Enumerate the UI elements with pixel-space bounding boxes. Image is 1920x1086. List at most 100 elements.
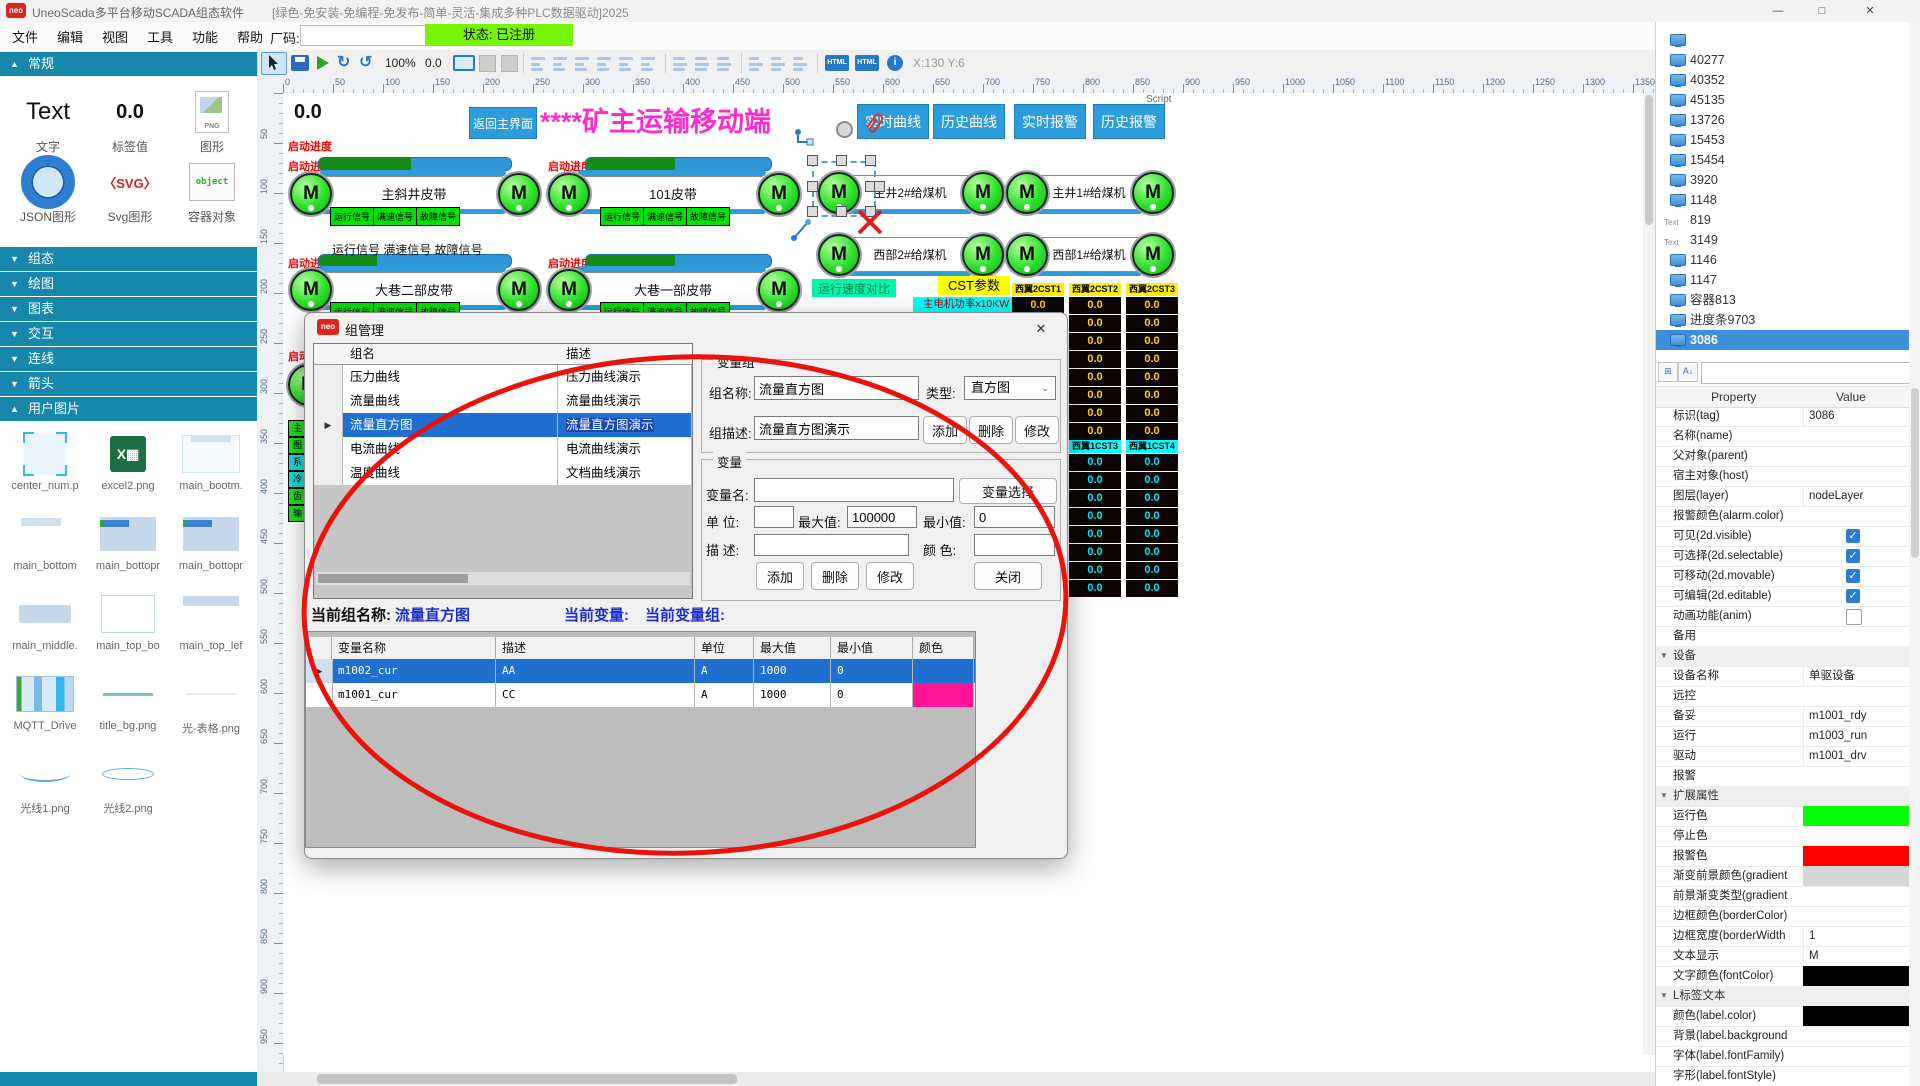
tree-item-1146[interactable]: 1146 <box>1656 250 1909 270</box>
sidebar-panel-组态[interactable]: ▼组态 <box>0 247 257 272</box>
feeder-西部2#给煤机[interactable]: 西部2#给煤机 <box>850 237 970 272</box>
menu-item-0[interactable]: 文件 <box>12 27 38 46</box>
dialog-close-icon[interactable]: ✕ <box>1027 318 1055 340</box>
var-delete-button[interactable]: 删除 <box>811 562 859 590</box>
motor-icon[interactable]: M <box>962 234 1004 276</box>
tree-item-1147[interactable]: 1147 <box>1656 270 1909 290</box>
var-modify-button[interactable]: 修改 <box>866 562 914 590</box>
user-image-center_num.p[interactable]: center_num.p <box>6 430 84 492</box>
group-icon-0[interactable] <box>479 55 496 72</box>
sidebar-item-标签值[interactable]: 0.0标签值 <box>90 90 170 155</box>
user-image-excel2.png[interactable]: X▦excel2.png <box>89 430 167 492</box>
sidebar-item-容器对象[interactable]: object容器对象 <box>172 160 252 225</box>
selection-handle[interactable] <box>865 155 876 166</box>
html-export-icon[interactable]: HTML <box>825 55 849 71</box>
checkbox-icon[interactable]: ✓ <box>1846 569 1860 583</box>
nav-button-历史报警[interactable]: 历史报警 <box>1093 104 1165 139</box>
motor-icon[interactable]: M <box>1006 234 1048 276</box>
canvas-vertical-scrollbar[interactable] <box>1643 93 1655 1055</box>
motor-icon[interactable]: M <box>758 269 800 311</box>
group-table-scrollbar[interactable] <box>316 572 690 585</box>
property-row-停止色[interactable]: 停止色 <box>1656 826 1909 847</box>
property-row-设备[interactable]: ▼设备 <box>1656 646 1909 667</box>
checkbox-icon[interactable]: ✓ <box>1846 549 1860 563</box>
group-modify-button[interactable]: 修改 <box>1015 416 1059 444</box>
property-row-驱动[interactable]: 驱动m1001_drv <box>1656 746 1909 767</box>
redo-icon[interactable]: ↻ <box>337 52 355 72</box>
run-button[interactable] <box>317 56 329 70</box>
selection-handle[interactable] <box>807 181 818 192</box>
property-row-备用[interactable]: 备用 <box>1656 626 1909 647</box>
selection-handle[interactable] <box>836 155 847 166</box>
menu-item-3[interactable]: 工具 <box>147 27 173 46</box>
user-image-title_bg.png[interactable]: title_bg.png <box>89 670 167 732</box>
property-row-边框宽度(borderWidth[interactable]: 边框宽度(borderWidth1 <box>1656 926 1909 947</box>
group-table-row[interactable]: 压力曲线压力曲线演示 <box>314 365 692 389</box>
var-table-row[interactable]: ▶m1002_curAAA10000 <box>306 659 975 683</box>
right-panel-scrollbar[interactable] <box>1909 22 1920 1086</box>
selection-handle[interactable] <box>836 206 847 217</box>
sidebar-panel-图表[interactable]: ▼图表 <box>0 297 257 322</box>
property-row-边框颜色(borderColor)[interactable]: 边框颜色(borderColor) <box>1656 906 1909 927</box>
belt-大巷二部皮带[interactable]: 大巷二部皮带 <box>324 272 504 306</box>
close-button[interactable]: ✕ <box>1848 0 1892 22</box>
var-desc-input[interactable] <box>754 534 909 556</box>
property-row-备妥[interactable]: 备妥m1001_rdy <box>1656 706 1909 727</box>
category-view-icon[interactable]: ⊞ <box>1658 362 1678 382</box>
group-name-input[interactable] <box>754 376 919 400</box>
menu-item-2[interactable]: 视图 <box>102 27 128 46</box>
user-image-MQTT_Drive[interactable]: MQTT_Drive <box>6 670 84 732</box>
align-icon-1[interactable] <box>553 55 569 73</box>
user-image-main_bottopr[interactable]: main_bottopr <box>172 510 250 572</box>
size-icon-0[interactable] <box>749 55 765 73</box>
var-table-row[interactable]: m1001_curCCA10000 <box>306 683 975 707</box>
var-min-input[interactable] <box>974 506 1055 528</box>
sidebar-panel-常规[interactable]: ▲常规 <box>0 52 257 76</box>
property-row-可编辑(2d.editable)[interactable]: 可编辑(2d.editable)✓ <box>1656 586 1909 607</box>
sidebar-item-文字[interactable]: Text文字 <box>8 90 88 155</box>
user-image-main_bootm.[interactable]: main_bootm. <box>172 430 250 492</box>
property-row-字体(label.fontFamily)[interactable]: 字体(label.fontFamily) <box>1656 1046 1909 1067</box>
var-name-input[interactable] <box>754 478 954 502</box>
tree-item-clipped[interactable] <box>1656 30 1909 50</box>
user-image-main_top_bo[interactable]: main_top_bo <box>89 590 167 652</box>
motor-icon[interactable]: M <box>290 269 332 311</box>
var-add-button[interactable]: 添加 <box>756 562 804 590</box>
group-table-row[interactable]: 流量曲线流量曲线演示 <box>314 389 692 413</box>
back-home-button[interactable]: 返回主界面 <box>469 107 537 139</box>
property-row-可移动(2d.movable)[interactable]: 可移动(2d.movable)✓ <box>1656 566 1909 587</box>
motor-icon[interactable]: M <box>548 173 590 215</box>
tree-item-45135[interactable]: 45135 <box>1656 90 1909 110</box>
motor-icon[interactable]: M <box>758 173 800 215</box>
align-icon-5[interactable] <box>641 55 657 73</box>
property-row-父对象(parent)[interactable]: 父对象(parent) <box>1656 446 1909 467</box>
sidebar-item-图形[interactable]: PNG图形 <box>172 90 252 155</box>
motor-icon[interactable]: M <box>1006 172 1048 214</box>
distribute-icon-1[interactable] <box>695 55 711 73</box>
monitor-icon[interactable] <box>453 55 475 71</box>
save-button[interactable] <box>291 55 309 71</box>
feeder-西部1#给煤机[interactable]: 西部1#给煤机 <box>1038 237 1140 272</box>
factory-code-input[interactable] <box>300 25 430 46</box>
property-row-L标签文本[interactable]: ▼L标签文本 <box>1656 986 1909 1007</box>
checkbox-icon[interactable]: ✓ <box>1846 529 1860 543</box>
user-image-光线2.png[interactable]: 光线2.png <box>89 750 167 816</box>
selection-handle[interactable] <box>874 181 885 192</box>
group-icon-1[interactable] <box>501 55 518 72</box>
size-icon-2[interactable] <box>793 55 809 73</box>
group-table-row[interactable]: 电流曲线电流曲线演示 <box>314 437 692 461</box>
property-row-字形(label.fontStyle)[interactable]: 字形(label.fontStyle) <box>1656 1066 1909 1086</box>
sidebar-item-JSON图形[interactable]: JSON图形 <box>8 160 88 225</box>
sort-az-icon[interactable]: A↓ <box>1678 362 1698 382</box>
property-row-背景(label.background[interactable]: 背景(label.background <box>1656 1026 1909 1047</box>
align-icon-4[interactable] <box>619 55 635 73</box>
user-image-main_bottopr[interactable]: main_bottopr <box>89 510 167 572</box>
property-row-颜色(label.color)[interactable]: 颜色(label.color) <box>1656 1006 1909 1027</box>
property-row-图层(layer)[interactable]: 图层(layer)nodeLayer <box>1656 486 1909 507</box>
property-row-报警颜色(alarm.color)[interactable]: 报警颜色(alarm.color) <box>1656 506 1909 527</box>
minimize-button[interactable]: — <box>1756 0 1800 22</box>
group-table-row[interactable]: 温度曲线文档曲线演示 <box>314 461 692 485</box>
size-icon-1[interactable] <box>771 55 787 73</box>
user-image-main_bottom[interactable]: main_bottom <box>6 510 84 572</box>
motor-icon[interactable]: M <box>548 269 590 311</box>
